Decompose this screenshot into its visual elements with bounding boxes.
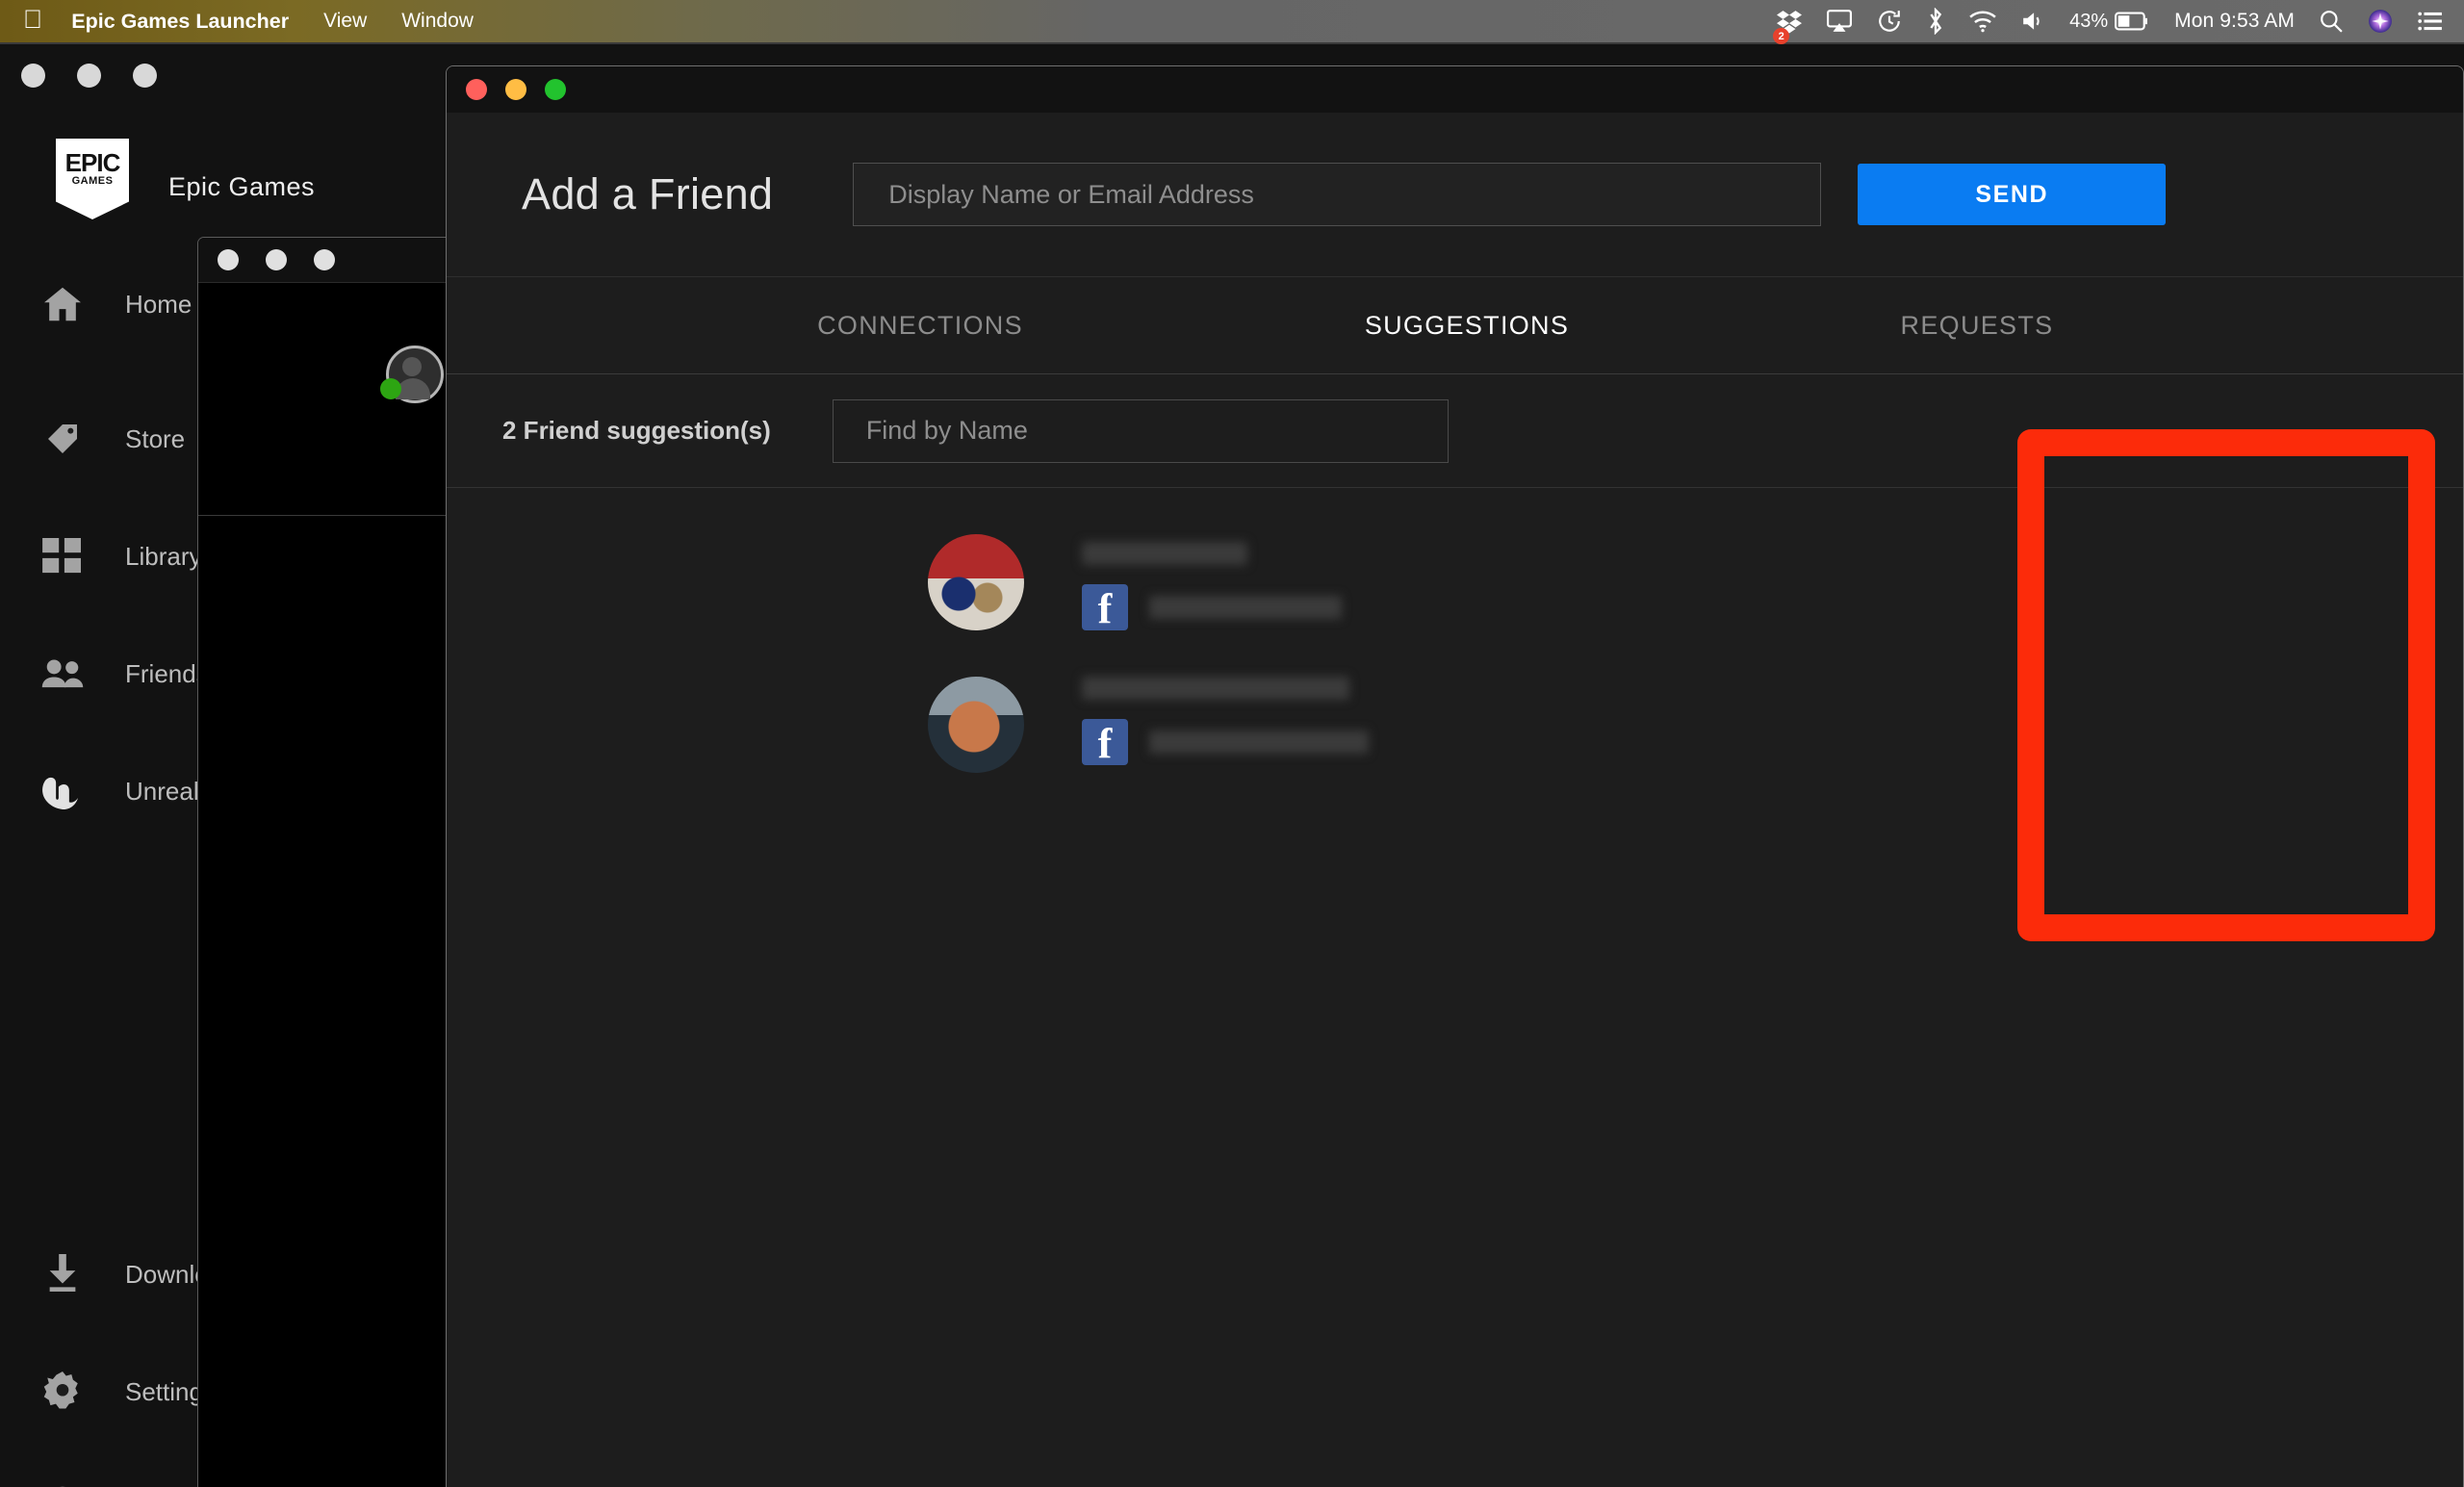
- menu-window[interactable]: Window: [401, 10, 474, 33]
- volume-icon[interactable]: [2021, 0, 2044, 42]
- modal-tabs: CONNECTIONS SUGGESTIONS REQUESTS: [447, 276, 2463, 374]
- send-button[interactable]: SEND: [1858, 164, 2166, 225]
- friends-zoom-button[interactable]: [314, 249, 335, 270]
- epic-logo-line1: EPIC: [65, 150, 120, 175]
- launcher-traffic-lights[interactable]: [21, 64, 157, 88]
- notification-center-icon[interactable]: [2418, 0, 2443, 42]
- library-grid-icon: [0, 538, 125, 575]
- modal-traffic-lights[interactable]: [447, 66, 2463, 113]
- apple-logo-icon[interactable]: : [23, 7, 42, 33]
- friends-window: OUTGOING: [197, 237, 471, 1487]
- friends-close-button[interactable]: [218, 249, 239, 270]
- airplay-icon[interactable]: [1827, 0, 1852, 42]
- facebook-icon: f: [1082, 719, 1128, 765]
- dropbox-icon[interactable]: 2: [1777, 0, 1802, 42]
- suggestion-source-name: [1149, 596, 1342, 619]
- avatar-head: [402, 357, 422, 376]
- friends-window-avatar[interactable]: [386, 346, 444, 403]
- suggestion-display-name: [1082, 677, 1349, 700]
- add-friend-modal: Add a Friend Display Name or Email Addre…: [446, 65, 2464, 1487]
- dropbox-badge: 2: [1773, 28, 1789, 44]
- suggestion-row: f: [447, 655, 2463, 798]
- page-title: Add a Friend: [522, 169, 773, 219]
- suggestion-row: f: [447, 513, 2463, 655]
- epic-logo-line2: GAMES: [72, 175, 114, 188]
- sidebar-label-library: Library: [125, 542, 201, 572]
- sidebar-label-friends: Friends: [125, 659, 209, 689]
- close-button[interactable]: [21, 64, 45, 88]
- avatar: [928, 534, 1024, 630]
- battery-percent: 43%: [2069, 11, 2108, 33]
- friends-minimize-button[interactable]: [266, 249, 287, 270]
- sidebar-label-store: Store: [125, 424, 185, 454]
- suggestion-display-name: [1082, 542, 1247, 565]
- suggestion-count: 2 Friend suggestion(s): [502, 416, 771, 446]
- battery-status[interactable]: 43%: [2069, 0, 2149, 42]
- bluetooth-icon[interactable]: [1927, 0, 1944, 42]
- suggestion-source-name: [1149, 731, 1369, 754]
- modal-header: Add a Friend Display Name or Email Addre…: [447, 113, 2463, 276]
- menu-view[interactable]: View: [323, 10, 367, 33]
- zoom-button[interactable]: [133, 64, 157, 88]
- facebook-icon: f: [1082, 584, 1128, 630]
- epic-games-logo[interactable]: EPIC GAMES: [56, 139, 129, 219]
- suggestions-list: f f: [447, 488, 2463, 798]
- settings-gear-icon: [0, 1372, 125, 1412]
- download-icon: [0, 1254, 125, 1295]
- unreal-engine-icon: [0, 772, 125, 810]
- wifi-icon[interactable]: [1969, 0, 1996, 42]
- friends-window-traffic-lights[interactable]: [198, 238, 470, 283]
- store-tag-icon: [0, 420, 125, 458]
- tab-requests[interactable]: REQUESTS: [1462, 311, 2464, 341]
- menu-app-name[interactable]: Epic Games Launcher: [71, 10, 289, 34]
- macos-menu-bar:  Epic Games Launcher View Window 2 43% …: [0, 0, 2464, 42]
- avatar-online-indicator: [380, 378, 401, 399]
- modal-zoom-button[interactable]: [545, 79, 566, 100]
- battery-icon: [2115, 12, 2149, 31]
- epic-games-launcher-window: EPIC GAMES Epic Games Home Store Library: [0, 42, 2464, 1487]
- add-friend-input[interactable]: Display Name or Email Address: [853, 163, 1821, 226]
- spotlight-search-icon[interactable]: [2320, 0, 2343, 42]
- siri-icon[interactable]: [2368, 0, 2393, 42]
- menu-clock[interactable]: Mon 9:53 AM: [2174, 10, 2295, 33]
- home-icon: [0, 286, 125, 322]
- sidebar-label-home: Home: [125, 290, 192, 320]
- suggestion-source: f: [1082, 719, 1369, 765]
- time-machine-icon[interactable]: [1877, 0, 1902, 42]
- suggestions-filter-bar: 2 Friend suggestion(s) Find by Name: [447, 374, 2463, 488]
- modal-close-button[interactable]: [466, 79, 487, 100]
- friends-window-divider: [198, 515, 470, 516]
- minimize-button[interactable]: [77, 64, 101, 88]
- suggestion-source: f: [1082, 584, 1342, 630]
- modal-minimize-button[interactable]: [505, 79, 526, 100]
- launcher-title: Epic Games: [168, 172, 315, 202]
- find-by-name-input[interactable]: Find by Name: [833, 399, 1449, 463]
- avatar: [928, 677, 1024, 773]
- friends-people-icon: [0, 658, 125, 689]
